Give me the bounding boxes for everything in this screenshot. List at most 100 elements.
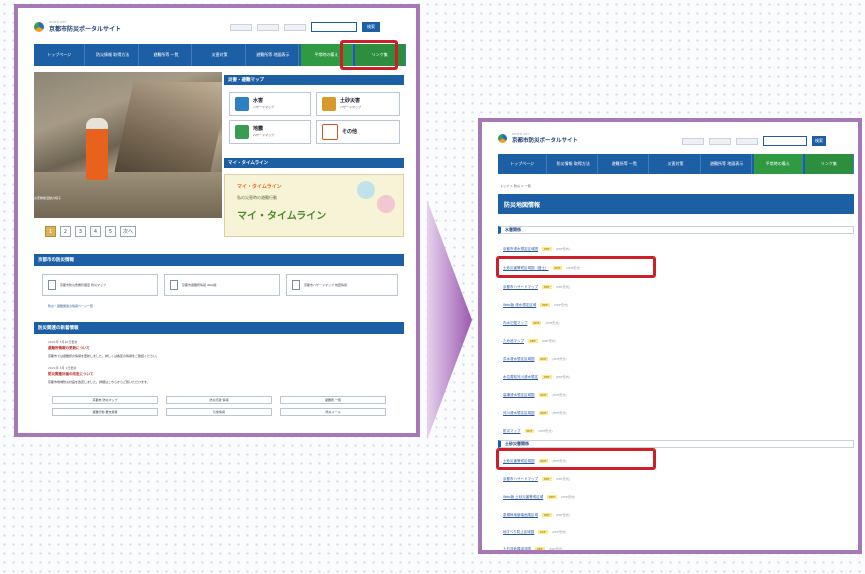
rescue-worker-figure	[86, 118, 108, 180]
quick-link-button[interactable]: 避難行動 要支援者	[52, 408, 158, 416]
timeline-banner[interactable]: マイ・タイムライン 私の災害時の避難行動 マイ・タイムライン	[224, 174, 404, 237]
character-icon	[377, 195, 395, 213]
nav-item-measures[interactable]: 災害対策	[651, 154, 701, 174]
news-date: 2021年 5月20日更新	[48, 340, 78, 344]
news-headline[interactable]: 避難所情報の更新について	[48, 346, 90, 351]
search-input[interactable]	[763, 136, 807, 146]
util-link-3[interactable]	[284, 23, 306, 31]
page-5-button[interactable]: 5	[105, 226, 116, 237]
news-title: 防災関連の新着情報	[34, 322, 404, 334]
document-icon	[292, 280, 300, 290]
documents-more-link[interactable]: 防災・避難関連の情報ページ一覧	[48, 304, 93, 308]
list-item[interactable]: 内水氾濫マップ PDF (PDF形式)	[503, 320, 560, 326]
nav-item-links[interactable]: リンク集	[804, 154, 854, 174]
list-item[interactable]: 高潮浸水想定区域図 PDF (PDF形式)	[503, 392, 567, 398]
character-icon	[357, 181, 375, 199]
nav-item-shelter-list[interactable]: 避難所等 一覧	[600, 154, 650, 174]
news-body: 京都市では避難所の情報を更新しました。詳しくは各区の情報をご確認ください。	[48, 354, 160, 358]
page-3-button[interactable]: 3	[75, 226, 86, 237]
site-title: 京都市防災ポータルサイト	[512, 138, 579, 144]
header-utility: 検索	[230, 22, 380, 32]
highlight-nav-links	[340, 40, 398, 70]
page-2-button[interactable]: 2	[60, 226, 71, 237]
list-item[interactable]: Web版 土砂災害警戒区域 PDF (PDF形式)	[503, 494, 575, 500]
util-link-2[interactable]	[709, 137, 731, 145]
search-button[interactable]: 検索	[362, 22, 380, 32]
search-button[interactable]: 検索	[812, 136, 826, 146]
document-card[interactable]: 京都市ハザードマップ 地図情報	[286, 274, 398, 296]
hero-pager: 1 2 3 4 5 次へ	[45, 226, 136, 237]
util-link-1[interactable]	[230, 23, 252, 31]
nav-item-info[interactable]: 防災情報 取得方法	[549, 154, 599, 174]
document-icon	[48, 280, 56, 290]
search-input[interactable]	[311, 22, 357, 32]
news-headline[interactable]: 防災関連計画の改定について	[48, 372, 93, 377]
list-item[interactable]: 急傾斜地崩壊危険区域 PDF (PDF形式)	[503, 512, 570, 518]
documents-title: 京都市の防災情報	[34, 254, 404, 266]
quick-link-button[interactable]: 防災行政 情報	[166, 396, 272, 404]
highlight-landslide-item	[496, 448, 656, 470]
breadcrumb: トップ ＞ 防災 ＞ 一覧	[500, 184, 531, 188]
other-icon	[322, 124, 338, 140]
logo-emblem-icon	[498, 133, 507, 143]
quick-link-button[interactable]: 京都市 防災マップ	[52, 396, 158, 404]
nav-item-shelter-list[interactable]: 避難所等 一覧	[140, 44, 193, 66]
section-heading-landslide: 土砂災害関係	[498, 440, 854, 448]
util-link-2[interactable]	[257, 23, 279, 31]
timeline-panel-title: マイ・タイムライン	[224, 158, 404, 168]
quick-panel-title: 災害・避難マップ	[224, 75, 404, 85]
main-nav: トップページ 防災情報 取得方法 避難所等 一覧 災害対策 避難所等 地図表示 …	[498, 154, 854, 174]
nav-item-shelter-map[interactable]: 避難所等 地図表示	[702, 154, 752, 174]
list-item[interactable]: 洪水浸水想定区域図 PDF (PDF形式)	[503, 356, 567, 362]
list-item[interactable]: Web版 浸水想定区域 PDF (PDF形式)	[503, 302, 568, 308]
nav-item-shelter-map[interactable]: 避難所等 地図表示	[247, 44, 300, 66]
nav-item-top[interactable]: トップページ	[498, 154, 548, 174]
transition-arrow-icon	[427, 200, 472, 440]
document-icon	[170, 280, 178, 290]
quick-link-button[interactable]: 気象情報	[166, 408, 272, 416]
page-next-button[interactable]: 次へ	[120, 226, 136, 237]
header-utility: 検索	[682, 136, 826, 146]
flood-map-button[interactable]: 水害 ハザードマップ	[229, 92, 311, 116]
logo-emblem-icon	[34, 21, 44, 32]
page-4-button[interactable]: 4	[90, 226, 101, 237]
news-date: 2021年 4月 1日更新	[48, 366, 77, 370]
site-logo[interactable]: KYOTO CITY 京都市防災ポータルサイト	[34, 20, 121, 33]
quick-link-button[interactable]: 避難所 一覧	[280, 396, 386, 404]
map-list-screenshot: KYOTO CITY 京都市防災ポータルサイト 検索 トップページ 防災情報 取…	[478, 118, 862, 554]
hero-caption: 災害救助活動の様子	[34, 196, 62, 200]
util-link-1[interactable]	[682, 137, 704, 145]
other-map-button[interactable]: その他	[316, 120, 400, 144]
list-item[interactable]: 京都市ハザードマップ PDF (PDF形式)	[503, 476, 570, 482]
hero-image	[34, 72, 222, 218]
highlight-flood-item	[496, 256, 656, 278]
site-logo[interactable]: KYOTO CITY 京都市防災ポータルサイト	[498, 132, 578, 144]
news-body: 京都市地域防災計画を改定しました。詳細はこちらからご覧いただけます。	[48, 380, 150, 384]
earthquake-icon	[235, 125, 249, 139]
earthquake-map-button[interactable]: 地震 ハザードマップ	[229, 120, 311, 144]
portal-top-screenshot: KYOTO CITY 京都市防災ポータルサイト 検索 トップページ 防災情報 取…	[14, 4, 420, 437]
quick-link-button[interactable]: 防災メール	[280, 408, 386, 416]
site-title: 京都市防災ポータルサイト	[49, 26, 122, 33]
nav-item-info[interactable]: 防災情報 取得方法	[87, 44, 139, 66]
nav-item-prepare[interactable]: 平常時の備え	[753, 154, 803, 174]
list-item[interactable]: 土石流危険渓流図 PDF (PDF形式)	[503, 546, 563, 550]
page-title: 防災地図情報	[498, 194, 854, 214]
page-1-button[interactable]: 1	[45, 226, 56, 237]
list-item[interactable]: 京都市ハザードマップ PDF (PDF形式)	[503, 284, 570, 290]
list-item[interactable]: 河川浸水想定区域図 PDF (PDF形式)	[503, 410, 567, 416]
document-card[interactable]: 京都市避難所情報 Web版	[164, 274, 280, 296]
list-item[interactable]: 京都市浸水想定区域図 PDF (PDF形式)	[503, 246, 570, 252]
landslide-map-button[interactable]: 土砂災害 ハザードマップ	[316, 92, 400, 116]
list-item[interactable]: ため池マップ PDF (PDF形式)	[503, 338, 556, 344]
list-item[interactable]: 水位周知河川浸水想定 PDF (PDF形式)	[503, 374, 570, 380]
landslide-icon	[322, 97, 336, 111]
flood-icon	[235, 97, 249, 111]
nav-item-top[interactable]: トップページ	[34, 44, 86, 66]
util-link-3[interactable]	[736, 137, 758, 145]
section-heading-flood: 水害関係	[498, 226, 854, 234]
document-card[interactable]: 京都市防災危機管理室 防災マップ	[42, 274, 158, 296]
list-item[interactable]: 防災マップ PDF (PDF形式)	[503, 428, 553, 434]
nav-item-measures[interactable]: 災害対策	[194, 44, 246, 66]
list-item[interactable]: 地すべり防止区域図 PDF (PDF形式)	[503, 529, 566, 535]
